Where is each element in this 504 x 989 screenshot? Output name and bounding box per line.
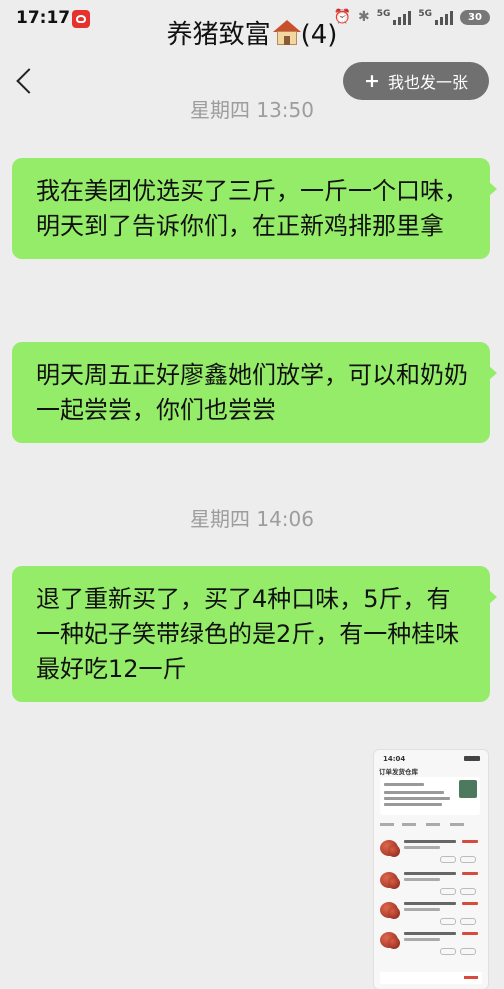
message-bubble[interactable]: 我在美团优选买了三斤，一斤一个口味，明天到了告诉你们，在正新鸡排那里拿 bbox=[12, 158, 497, 259]
chat-title: 养猪致富 (4) bbox=[0, 14, 504, 51]
timestamp: 星期四 14:06 bbox=[190, 507, 314, 531]
image-product-item bbox=[380, 870, 482, 898]
image-product-item bbox=[380, 930, 482, 958]
image-message[interactable]: 14:04 订单发货仓库 bbox=[374, 750, 488, 989]
image-store-thumbnail bbox=[459, 780, 477, 798]
image-order-title: 订单发货仓库 bbox=[379, 768, 418, 776]
member-count: (4) bbox=[300, 20, 338, 50]
plus-icon: + bbox=[364, 70, 380, 92]
image-status-time: 14:04 bbox=[383, 755, 406, 763]
image-total-bar bbox=[380, 972, 482, 984]
share-button-label: 我也发一张 bbox=[387, 73, 468, 92]
house-icon bbox=[272, 20, 301, 46]
timestamp: 星期四 13:50 bbox=[190, 98, 314, 122]
image-product-item bbox=[380, 900, 482, 928]
message-bubble[interactable]: 退了重新买了，买了4种口味，5斤，有一种妃子笑带绿色的是2斤，有一种桂味最好吃1… bbox=[12, 566, 497, 702]
image-address-card bbox=[380, 777, 480, 815]
chat-name: 养猪致富 bbox=[166, 20, 271, 50]
image-product-item bbox=[380, 838, 482, 866]
message-bubble[interactable]: 明天周五正好廖鑫她们放学，可以和奶奶一起尝尝，你们也尝尝 bbox=[12, 342, 497, 443]
